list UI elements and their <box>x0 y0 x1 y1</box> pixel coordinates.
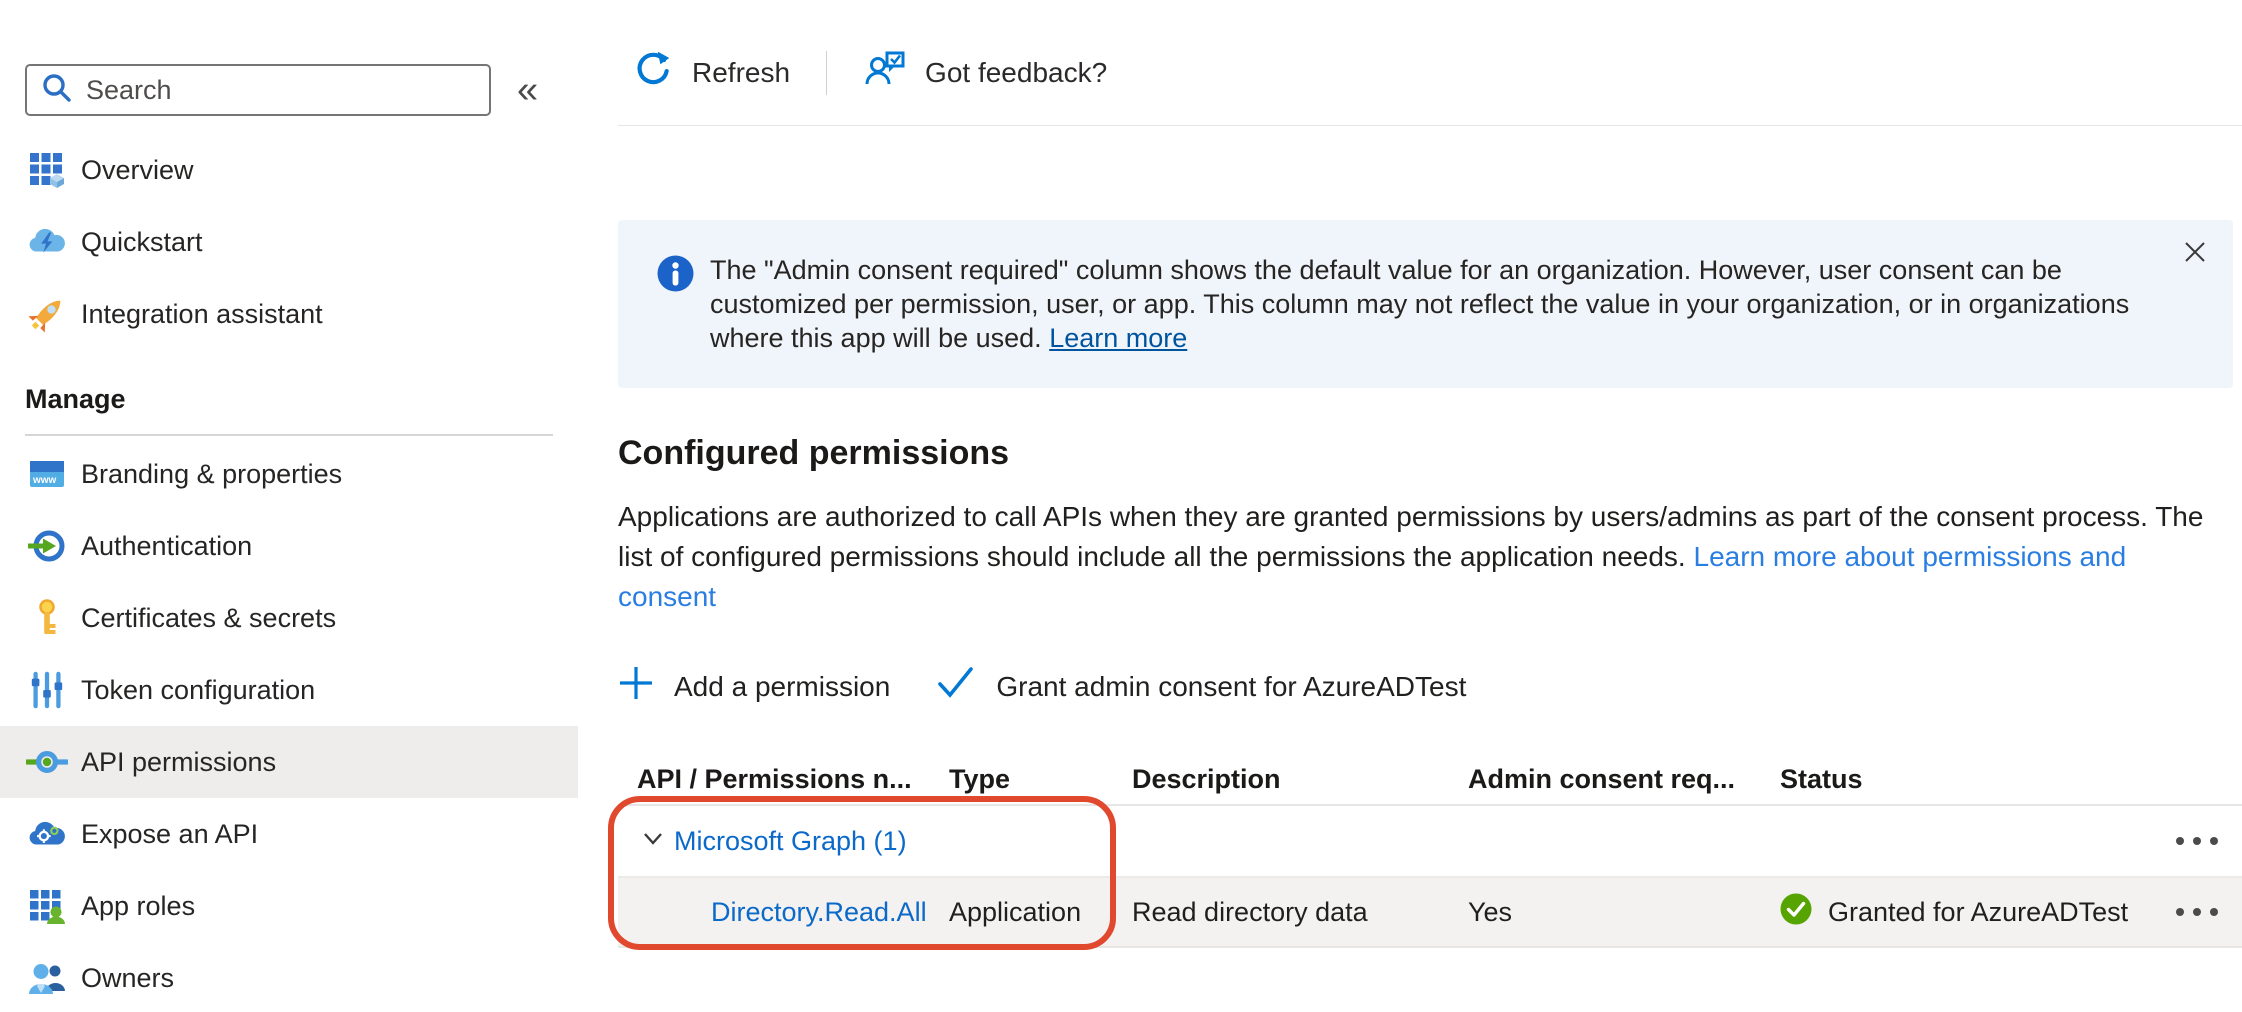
intro-text: Applications are authorized to call APIs… <box>618 497 2218 617</box>
app-root: « Overview Quickstart Integration assist… <box>0 0 2242 1012</box>
sidebar-divider <box>25 434 553 436</box>
search-input[interactable] <box>86 75 476 106</box>
sidebar-item-integration-assistant[interactable]: Integration assistant <box>0 278 578 350</box>
owners-icon <box>25 956 69 1000</box>
sidebar-item-label: Overview <box>81 155 194 186</box>
sidebar-item-overview[interactable]: Overview <box>0 134 578 206</box>
ellipsis-icon <box>2176 908 2218 916</box>
status-cell: Granted for AzureADTest <box>1780 893 2176 932</box>
sidebar-item-label: Integration assistant <box>81 299 323 330</box>
table-group-row-microsoft-graph: Microsoft Graph (1) <box>618 806 2242 878</box>
refresh-label: Refresh <box>692 57 790 89</box>
column-header-type: Type <box>949 764 1132 795</box>
sidebar-item-label: API permissions <box>81 747 276 778</box>
feedback-label: Got feedback? <box>925 57 1107 89</box>
permission-description: Read directory data <box>1132 897 1468 928</box>
refresh-icon <box>632 48 674 97</box>
ellipsis-icon <box>2176 837 2218 845</box>
row-more-menu[interactable] <box>2176 908 2242 916</box>
integration-assistant-icon <box>25 292 69 336</box>
group-name-link[interactable]: Microsoft Graph (1) <box>674 826 907 857</box>
got-feedback-button[interactable]: Got feedback? <box>863 47 1107 98</box>
svg-text:www: www <box>32 475 57 486</box>
plus-icon <box>618 665 654 708</box>
sidebar-item-label: Authentication <box>81 531 252 562</box>
sidebar-item-label: Token configuration <box>81 675 315 706</box>
sidebar-item-app-roles[interactable]: App roles <box>0 870 578 942</box>
sidebar-item-authentication[interactable]: Authentication <box>0 510 578 582</box>
branding-icon: www <box>25 452 69 496</box>
group-more-menu[interactable] <box>2176 837 2242 845</box>
app-roles-icon <box>25 884 69 928</box>
table-header-row: API / Permissions n... Type Description … <box>618 754 2242 806</box>
sidebar-item-owners[interactable]: Owners <box>0 942 578 1012</box>
table-row-directory-read-all: Directory.Read.All Application Read dire… <box>618 878 2242 948</box>
column-header-description: Description <box>1132 764 1468 795</box>
authentication-icon <box>25 524 69 568</box>
sidebar-item-expose-an-api[interactable]: Expose an API <box>0 798 578 870</box>
sidebar-item-certificates-secrets[interactable]: Certificates & secrets <box>0 582 578 654</box>
overview-icon <box>25 148 69 192</box>
chevron-down-icon <box>642 831 664 852</box>
sidebar: « Overview Quickstart Integration assist… <box>0 0 578 1012</box>
page-title: Configured permissions <box>618 434 2242 473</box>
token-configuration-icon <box>25 668 69 712</box>
granted-check-icon <box>1780 893 1812 932</box>
info-banner-message: The "Admin consent required" column show… <box>710 255 2129 353</box>
expose-api-icon <box>25 812 69 856</box>
sidebar-item-label: Expose an API <box>81 819 258 850</box>
admin-consent-required-value: Yes <box>1468 897 1780 928</box>
certificates-secrets-icon <box>25 596 69 640</box>
permission-type: Application <box>949 897 1132 928</box>
sidebar-item-label: Owners <box>81 963 174 994</box>
permission-name-link[interactable]: Directory.Read.All <box>618 897 949 928</box>
toolbar-separator <box>826 51 827 95</box>
sidebar-item-label: Certificates & secrets <box>81 603 336 634</box>
add-permission-button[interactable]: Add a permission <box>618 665 890 708</box>
close-icon[interactable] <box>2183 238 2207 272</box>
sidebar-item-label: Quickstart <box>81 227 203 258</box>
group-toggle[interactable]: Microsoft Graph (1) <box>618 826 2176 857</box>
sidebar-item-quickstart[interactable]: Quickstart <box>0 206 578 278</box>
add-permission-label: Add a permission <box>674 671 890 703</box>
feedback-icon <box>863 47 907 98</box>
check-icon <box>936 665 976 708</box>
quickstart-icon <box>25 220 69 264</box>
sidebar-item-token-configuration[interactable]: Token configuration <box>0 654 578 726</box>
column-header-status: Status <box>1780 764 2176 795</box>
sidebar-nav: Overview Quickstart Integration assistan… <box>0 134 578 1012</box>
actions-row: Add a permission Grant admin consent for… <box>618 665 2242 708</box>
grant-admin-consent-button[interactable]: Grant admin consent for AzureADTest <box>936 665 1466 708</box>
status-label: Granted for AzureADTest <box>1828 897 2128 928</box>
refresh-button[interactable]: Refresh <box>632 48 790 97</box>
column-header-admin-consent-required: Admin consent req... <box>1468 764 1780 795</box>
api-permissions-icon <box>25 740 69 784</box>
sidebar-item-label: Branding & properties <box>81 459 342 490</box>
search-icon <box>40 71 74 110</box>
main-content: Refresh Got feedback? The "Admin consent… <box>578 0 2242 1012</box>
permissions-table: API / Permissions n... Type Description … <box>618 754 2242 948</box>
sidebar-section-manage: Manage <box>0 378 578 420</box>
info-icon <box>657 255 694 300</box>
search-box[interactable] <box>25 64 491 116</box>
info-banner: The "Admin consent required" column show… <box>618 220 2233 388</box>
sidebar-search-row: « <box>0 64 578 116</box>
collapse-sidebar-icon[interactable]: « <box>517 71 538 109</box>
sidebar-item-api-permissions[interactable]: API permissions <box>0 726 578 798</box>
toolbar: Refresh Got feedback? <box>618 0 2242 126</box>
sidebar-item-label: App roles <box>81 891 195 922</box>
column-header-api-permissions-name: API / Permissions n... <box>618 764 949 795</box>
sidebar-item-branding-properties[interactable]: www Branding & properties <box>0 438 578 510</box>
banner-learn-more-link[interactable]: Learn more <box>1049 323 1187 353</box>
grant-admin-consent-label: Grant admin consent for AzureADTest <box>996 671 1466 703</box>
